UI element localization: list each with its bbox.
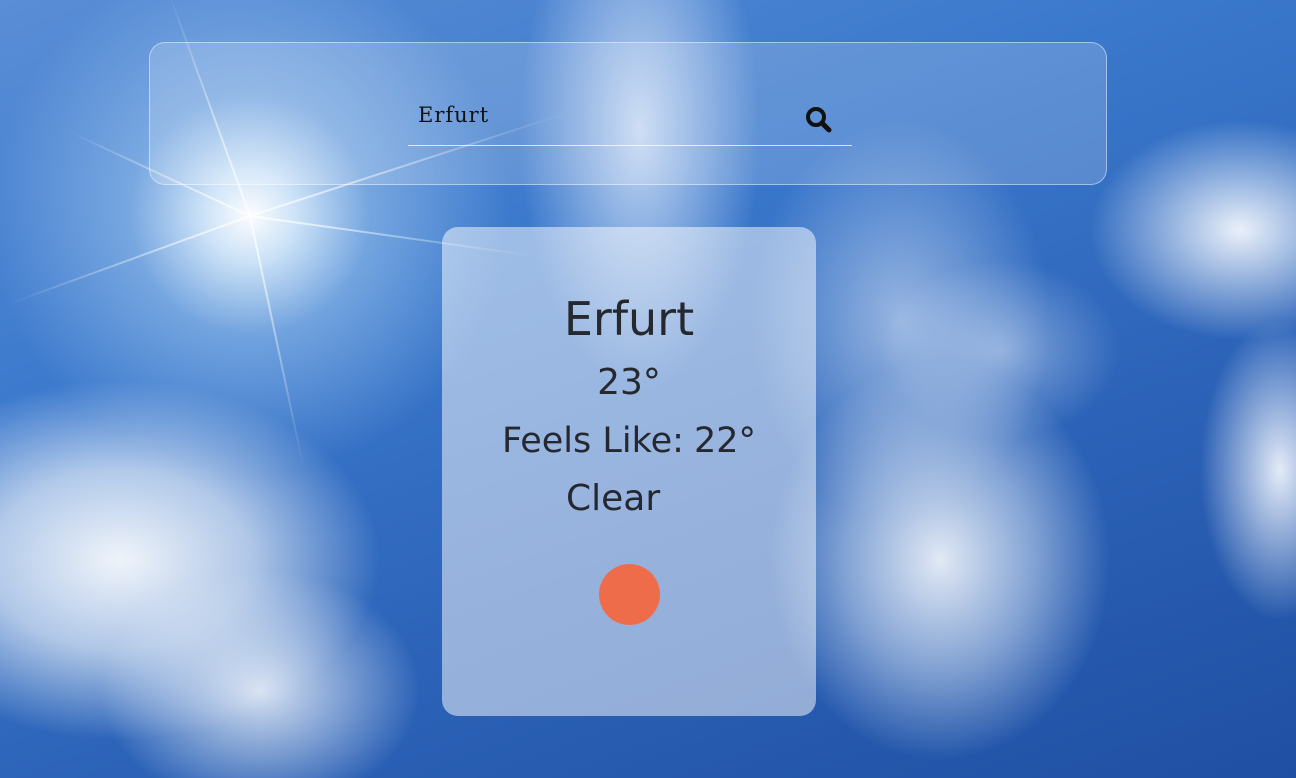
sun-ray — [5, 215, 251, 306]
search-panel — [149, 42, 1107, 185]
feels-like-value: 22° — [693, 421, 756, 461]
city-name: Erfurt — [563, 292, 695, 346]
search-field — [408, 93, 852, 146]
search-button[interactable] — [802, 103, 836, 137]
search-input[interactable] — [418, 101, 788, 129]
feels-like: Feels Like: 22° — [442, 419, 816, 463]
weather-card: Erfurt 23° Feels Like: 22° Clear — [442, 227, 816, 716]
weather-condition: Clear — [566, 478, 661, 519]
feels-like-label: Feels Like: — [502, 421, 684, 461]
sun-dot-icon — [599, 564, 660, 625]
temperature: 23° — [597, 362, 661, 403]
search-icon — [806, 107, 832, 133]
sun-ray — [249, 215, 306, 471]
